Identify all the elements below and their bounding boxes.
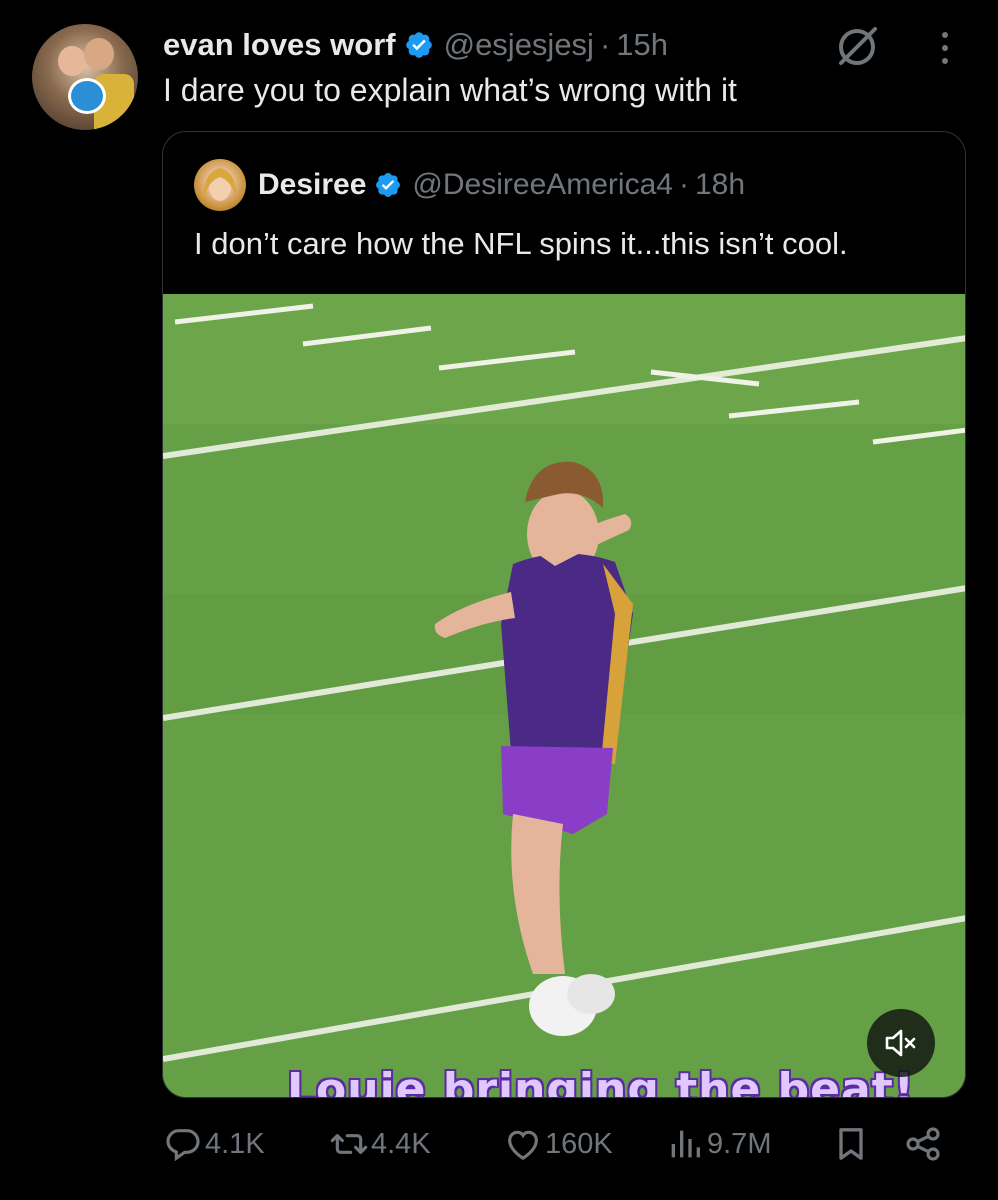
reply-button[interactable]: 4.1K <box>163 1120 265 1168</box>
quoted-tweet-text: I don’t care how the NFL spins it...this… <box>194 226 848 261</box>
repost-count: 4.4K <box>371 1127 431 1160</box>
tweet-header: evan loves worf @esjesjesj · 15h <box>163 22 668 68</box>
avatar-person-2 <box>84 38 114 70</box>
video-frame-football-field <box>163 294 965 1097</box>
separator-dot: · <box>678 168 689 201</box>
repost-button[interactable]: 4.4K <box>329 1120 431 1168</box>
views-count: 9.7M <box>707 1127 772 1160</box>
share-button[interactable] <box>903 1120 943 1168</box>
like-count: 160K <box>545 1127 613 1160</box>
quoted-header: Desiree @DesireeAmerica4 · 18h <box>258 162 745 208</box>
tweet-action-bar: 4.1K 4.4K 160K 9.7M <box>163 1120 953 1168</box>
more-options-icon[interactable] <box>933 26 957 70</box>
verified-badge-icon <box>405 32 432 58</box>
reply-count: 4.1K <box>205 1127 265 1160</box>
avatar-toy <box>68 78 106 114</box>
video-player[interactable]: Louie bringing the beat! <box>163 294 965 1098</box>
verified-badge-icon <box>376 173 401 197</box>
views-button[interactable]: 9.7M <box>665 1120 771 1168</box>
quoted-author-handle[interactable]: @DesireeAmerica4 <box>412 168 673 202</box>
repost-icon <box>330 1134 368 1154</box>
bookmark-icon <box>839 1128 863 1160</box>
quoted-author-name[interactable]: Desiree <box>258 168 366 202</box>
reply-icon <box>166 1129 200 1162</box>
bookmark-button[interactable] <box>831 1120 871 1168</box>
quoted-author-avatar[interactable] <box>194 159 246 211</box>
views-chart-icon <box>671 1130 700 1158</box>
author-name[interactable]: evan loves worf <box>163 27 396 63</box>
tweet-time[interactable]: 15h <box>616 27 668 63</box>
speaker-muted-icon <box>885 1029 916 1057</box>
share-icon <box>906 1127 940 1161</box>
like-button[interactable]: 160K <box>503 1120 613 1168</box>
quoted-tweet[interactable]: Desiree @DesireeAmerica4 · 18h I don’t c… <box>162 131 966 1098</box>
video-caption: Louie bringing the beat! <box>287 1064 915 1098</box>
separator-dot: · <box>599 27 611 62</box>
quoted-tweet-time[interactable]: 18h <box>695 168 745 202</box>
grok-icon[interactable] <box>832 22 882 72</box>
author-avatar[interactable] <box>32 24 138 130</box>
avatar-person-1 <box>58 46 86 76</box>
author-handle[interactable]: @esjesjesj <box>444 27 594 63</box>
tweet-text: I dare you to explain what’s wrong with … <box>163 72 737 108</box>
quoted-avatar-portrait <box>203 168 237 201</box>
heart-icon <box>508 1130 538 1161</box>
unmute-button[interactable] <box>867 1009 935 1077</box>
